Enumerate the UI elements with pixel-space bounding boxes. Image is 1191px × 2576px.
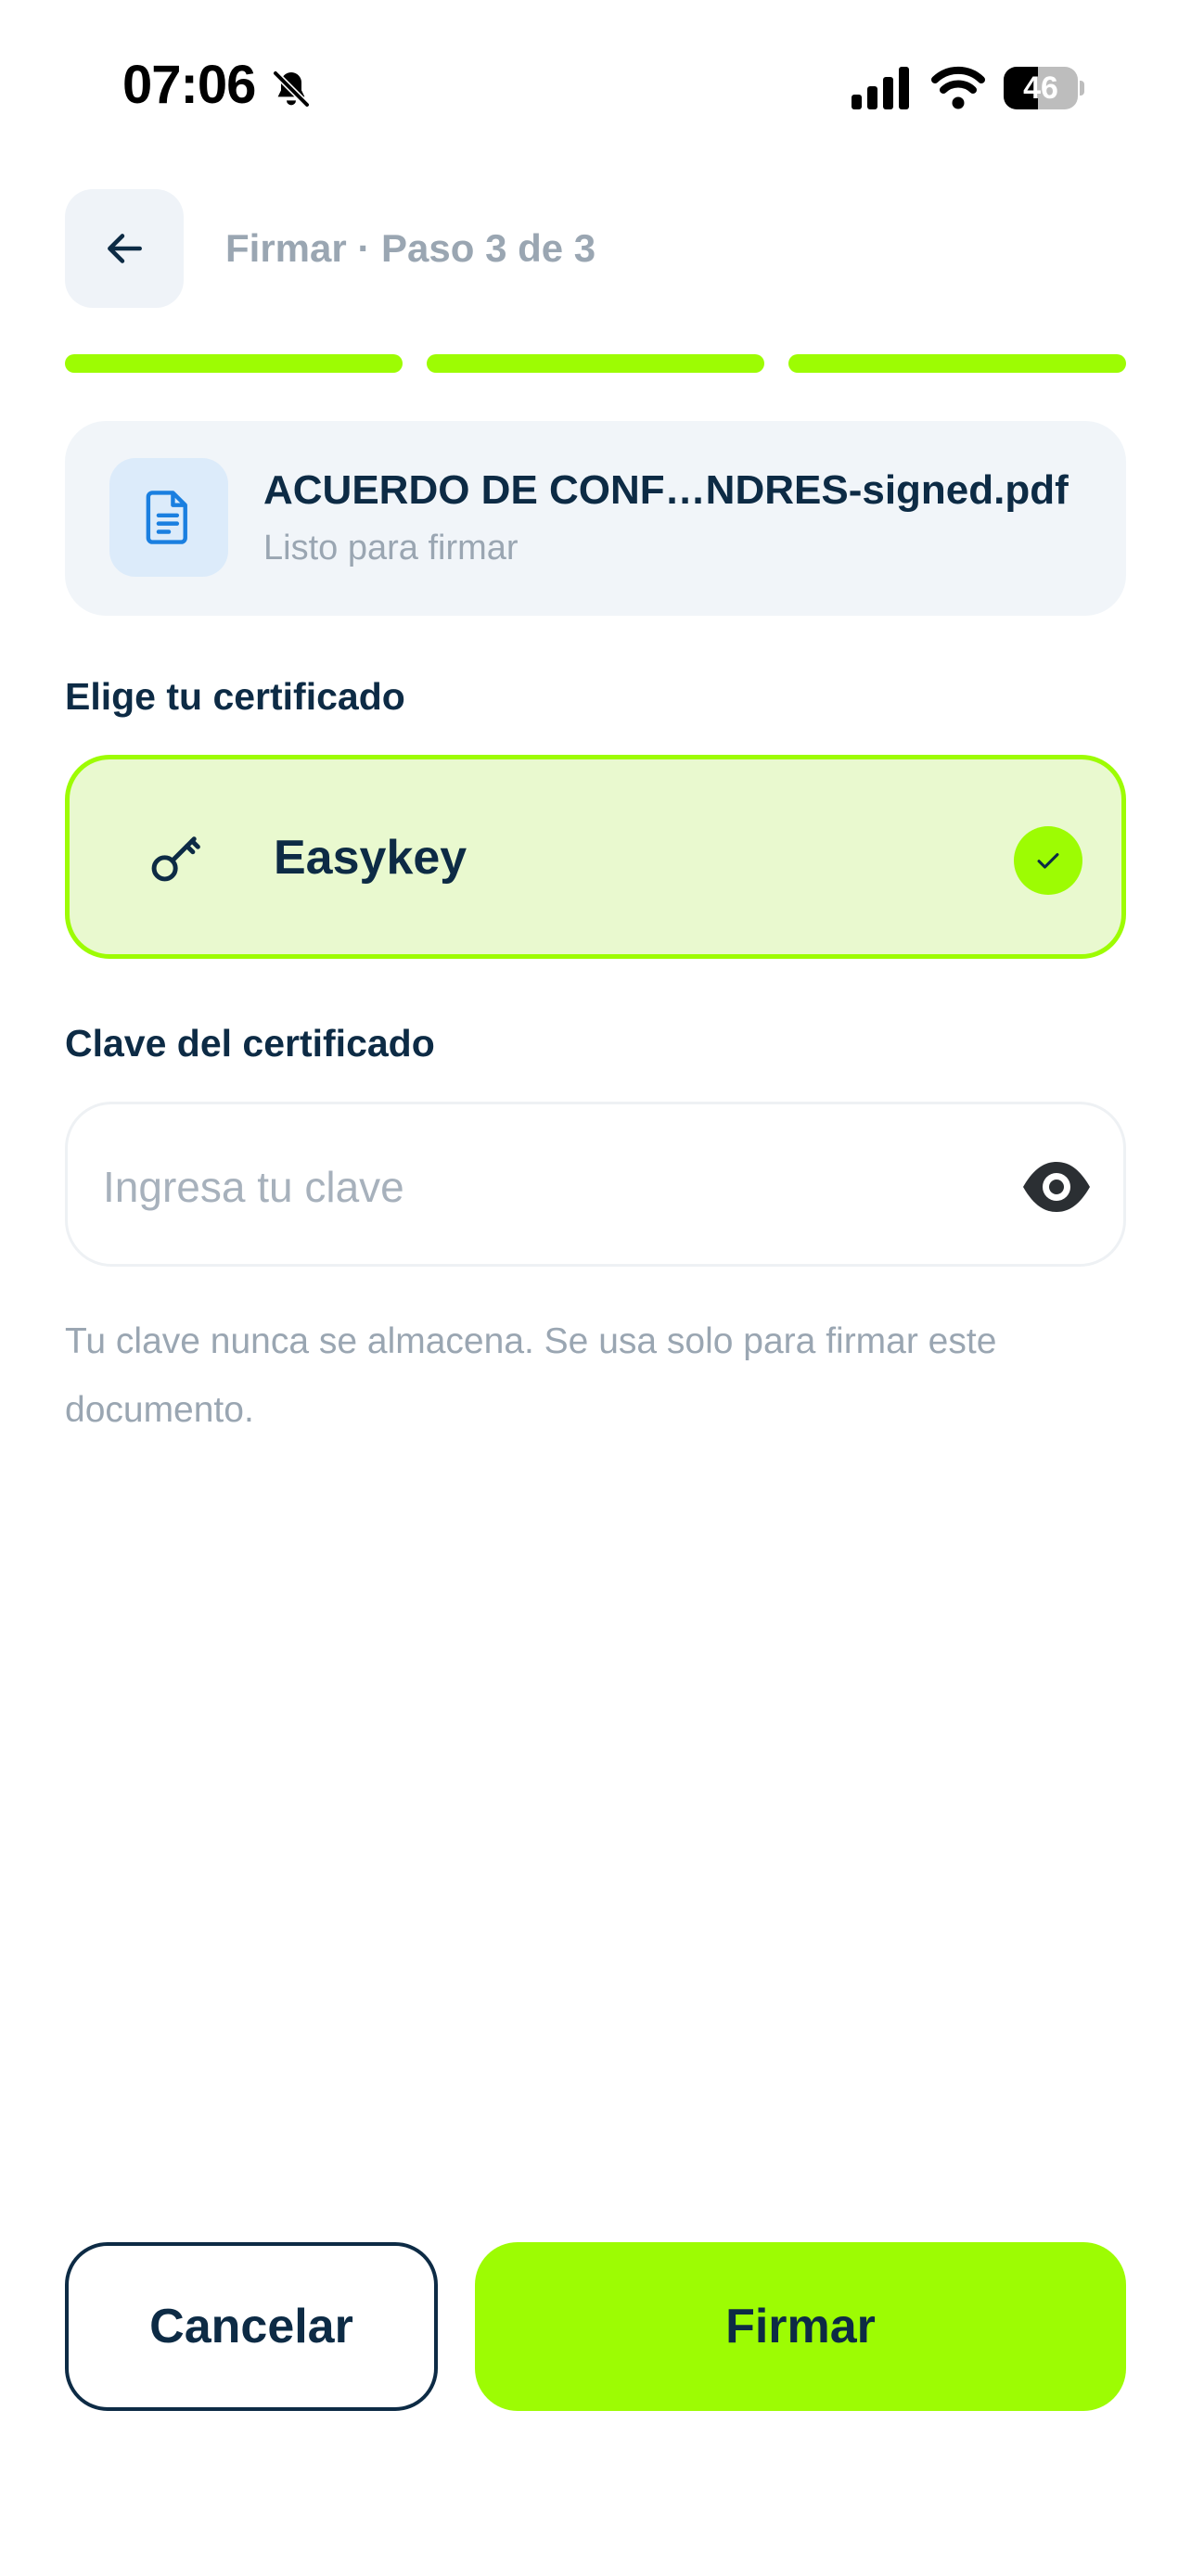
file-icon-container (109, 458, 228, 577)
eye-icon[interactable] (1021, 1154, 1092, 1219)
certificate-section-label: Elige tu certificado (65, 675, 405, 718)
status-time: 07:06 (122, 55, 256, 115)
password-input[interactable] (101, 1141, 995, 1232)
battery-level: 46 (1023, 70, 1058, 106)
step-title: Firmar · Paso 3 de 3 (225, 226, 596, 270)
progress-segment (788, 354, 1126, 373)
checkmark-icon (1037, 853, 1059, 869)
battery-icon: 46 (1004, 67, 1084, 109)
certificate-name: Easykey (274, 831, 467, 885)
key-icon (151, 836, 200, 882)
selected-check (1014, 826, 1082, 895)
password-hint: Tu clave nunca se almacena. Se usa solo … (65, 1321, 997, 1430)
file-card: ACUERDO DE CONF…NDRES-signed.pdf Listo p… (65, 421, 1126, 616)
file-status: Listo para firmar (263, 529, 519, 567)
progress-segment (427, 354, 764, 373)
file-name: ACUERDO DE CONF…NDRES-signed.pdf (263, 467, 1069, 513)
cellular-signal-icon (852, 67, 909, 109)
password-section-label: Clave del certificado (65, 1022, 435, 1065)
certificate-option-easykey[interactable]: Easykey (65, 755, 1126, 959)
back-button[interactable] (65, 189, 184, 308)
wifi-icon (931, 66, 985, 109)
cancel-button[interactable]: Cancelar (65, 2242, 438, 2411)
document-icon (146, 491, 187, 544)
sign-button[interactable]: Firmar (475, 2242, 1126, 2411)
progress-segment (65, 354, 403, 373)
password-field (65, 1102, 1126, 1267)
step-progress (65, 354, 1126, 373)
arrow-left-icon (108, 234, 142, 263)
bell-slash-icon (272, 70, 311, 108)
